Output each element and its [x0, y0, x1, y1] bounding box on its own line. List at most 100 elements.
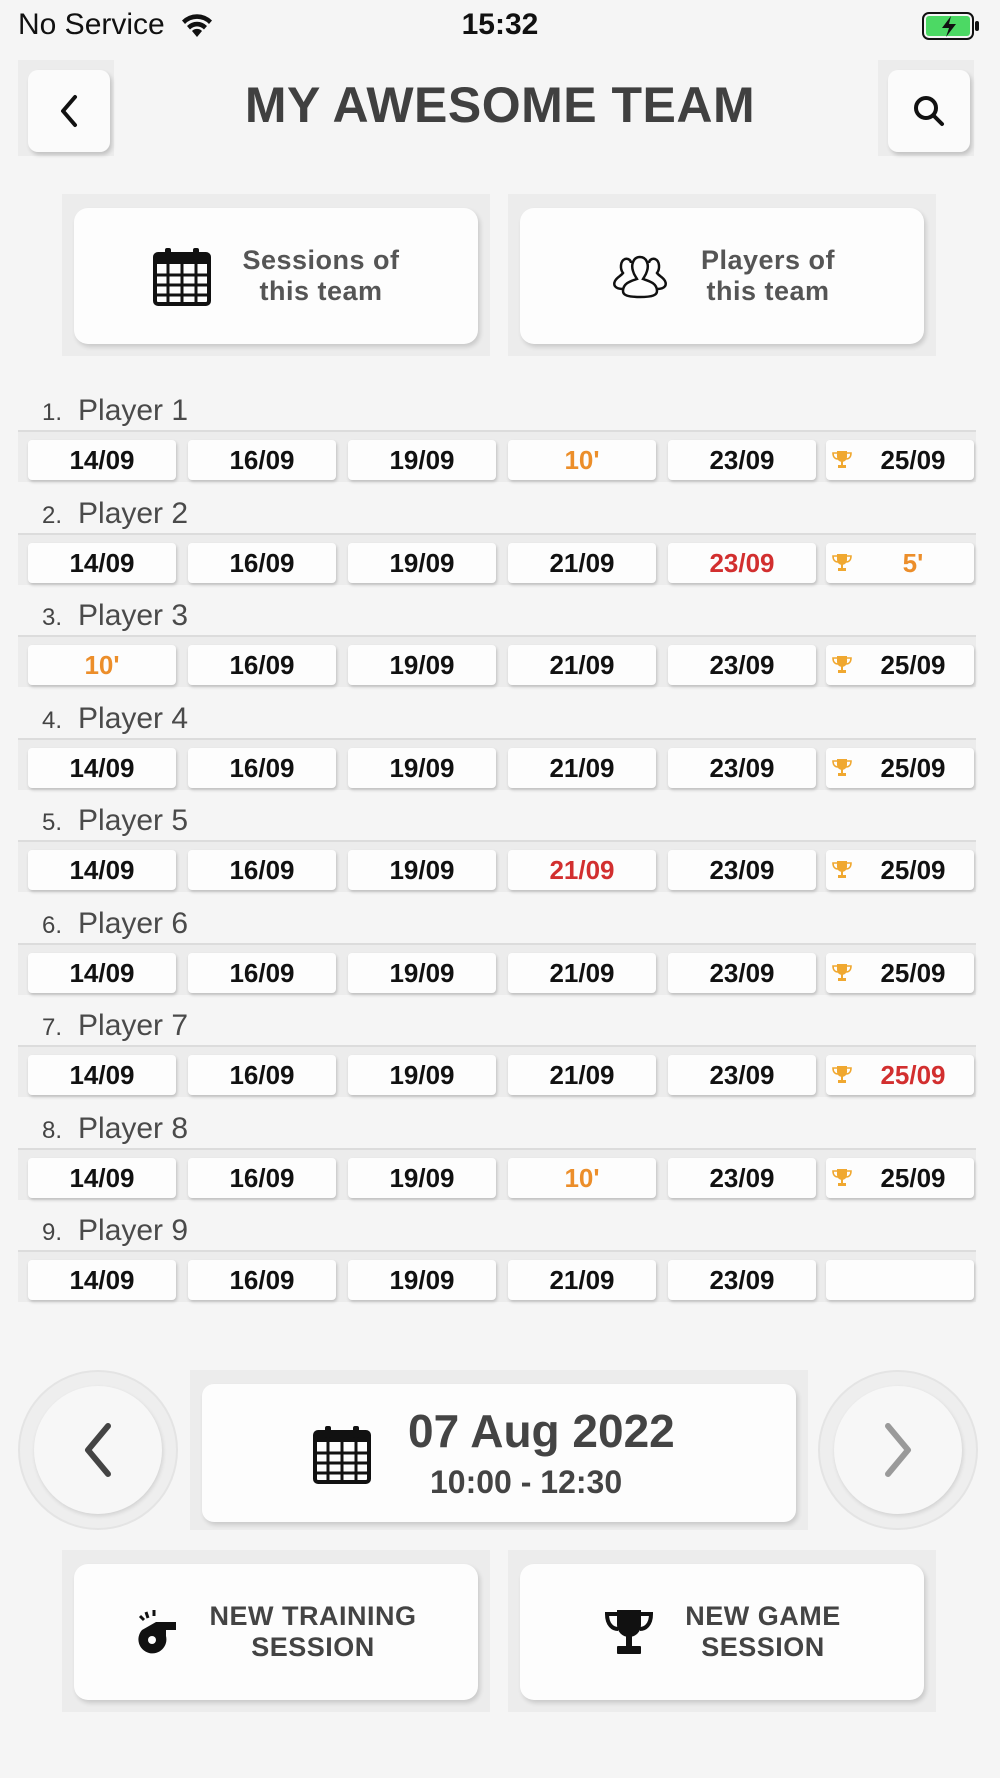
session-chip[interactable]: 19/09 — [348, 1260, 496, 1300]
trophy-icon — [832, 1066, 852, 1083]
session-chip[interactable]: 21/09 — [508, 1055, 656, 1095]
session-chip[interactable]: 23/09 — [668, 542, 816, 583]
current-session-card[interactable]: 07 Aug 2022 10:00 - 12:30 — [202, 1384, 796, 1522]
session-chip[interactable]: 10' — [28, 645, 176, 685]
session-chip[interactable]: 14/09 — [28, 952, 176, 993]
session-chip[interactable]: 16/09 — [188, 645, 336, 685]
player-row[interactable]: 1. Player 1 14/09 16/09 19/09 10' 23/09 25/09 — [0, 394, 1000, 484]
session-chip[interactable]: 21/09 — [508, 542, 656, 583]
session-chip[interactable]: 23/09 — [668, 850, 816, 890]
previous-session-button[interactable] — [18, 1370, 178, 1530]
session-chip[interactable]: 23/09 — [668, 1260, 816, 1300]
session-chip[interactable]: 16/09 — [188, 1055, 336, 1095]
session-date-label: 21/09 — [549, 855, 615, 885]
trophy-icon — [832, 1168, 852, 1186]
session-chip[interactable]: 19/09 — [348, 440, 496, 480]
player-row[interactable]: 9. Player 9 14/09 16/09 19/09 21/09 23/09 — [0, 1214, 1000, 1304]
session-date-label: 23/09 — [709, 752, 775, 783]
session-chip[interactable]: 10' — [508, 440, 656, 480]
player-row[interactable]: 3. Player 3 10' 16/09 19/09 21/09 23/09 25/09 — [0, 599, 1000, 689]
session-chip[interactable]: 19/09 — [348, 952, 496, 993]
session-chip[interactable]: 21/09 — [508, 747, 656, 788]
session-date-label: 19/09 — [389, 1162, 455, 1193]
game-session-chip[interactable]: 25/09 — [826, 747, 974, 788]
session-chip[interactable]: 21/09 — [508, 1260, 656, 1300]
game-session-chip[interactable]: 5' — [826, 542, 974, 583]
trophy-icon — [605, 1610, 654, 1654]
player-name: 6. Player 6 — [42, 907, 188, 941]
session-chip[interactable]: 14/09 — [28, 1055, 176, 1095]
session-date-label: 5' — [902, 547, 924, 578]
session-chip[interactable]: 14/09 — [28, 850, 176, 890]
session-chip[interactable]: 19/09 — [348, 645, 496, 685]
calendar-icon — [313, 1426, 371, 1484]
session-chip[interactable]: 19/09 — [348, 542, 496, 583]
session-date-label: 16/09 — [229, 1265, 295, 1295]
game-session-chip[interactable]: 25/09 — [826, 1055, 974, 1095]
player-row[interactable]: 2. Player 2 14/09 16/09 19/09 21/09 23/09 5' — [0, 497, 1000, 587]
session-chip[interactable]: 14/09 — [28, 440, 176, 480]
session-chip[interactable]: 16/09 — [188, 952, 336, 993]
session-chip[interactable]: 19/09 — [348, 1157, 496, 1198]
new-training-session-label: NEW TRAINING SESSION — [209, 1601, 417, 1662]
players-of-team-button[interactable]: Players of this team — [520, 208, 924, 344]
session-date-label: 14/09 — [69, 1060, 135, 1090]
session-date-label: 16/09 — [229, 445, 295, 475]
game-session-chip[interactable]: 25/09 — [826, 440, 974, 480]
player-row[interactable]: 4. Player 4 14/09 16/09 19/09 21/09 23/09 25/09 — [0, 702, 1000, 792]
session-chip[interactable]: 10' — [508, 1157, 656, 1198]
session-chip[interactable]: 16/09 — [188, 542, 336, 583]
player-row[interactable]: 5. Player 5 14/09 16/09 19/09 21/09 23/09 25/09 — [0, 804, 1000, 894]
player-row[interactable]: 8. Player 8 14/09 16/09 19/09 10' 23/09 25/09 — [0, 1112, 1000, 1202]
player-row[interactable]: 7. Player 7 14/09 16/09 19/09 21/09 23/09 25/09 — [0, 1009, 1000, 1099]
session-chip[interactable]: 23/09 — [668, 1157, 816, 1198]
session-chip[interactable]: 21/09 — [508, 850, 656, 890]
game-session-chip[interactable]: 25/09 — [826, 645, 974, 685]
player-name-text: Player 8 — [78, 1111, 189, 1145]
session-chip[interactable]: 14/09 — [28, 1157, 176, 1198]
game-session-chip[interactable]: 25/09 — [826, 850, 974, 890]
session-chip[interactable]: 16/09 — [188, 747, 336, 788]
session-chip[interactable]: 16/09 — [188, 440, 336, 480]
session-date-label: 23/09 — [709, 1265, 775, 1295]
session-chip[interactable]: 23/09 — [668, 952, 816, 993]
session-chip[interactable]: 14/09 — [28, 1260, 176, 1300]
session-chip[interactable]: 19/09 — [348, 1055, 496, 1095]
session-chip[interactable]: 23/09 — [668, 440, 816, 480]
session-chip[interactable]: 23/09 — [668, 645, 816, 685]
whistle-icon — [137, 1610, 176, 1654]
session-chip[interactable]: 16/09 — [188, 1157, 336, 1198]
session-chip[interactable]: 14/09 — [28, 747, 176, 788]
session-chip[interactable]: 14/09 — [28, 542, 176, 583]
session-chip[interactable]: 16/09 — [188, 1260, 336, 1300]
session-chip-row: 14/09 16/09 19/09 21/09 23/09 — [18, 1250, 976, 1302]
session-date-label: 23/09 — [709, 445, 775, 475]
player-name: 5. Player 5 — [42, 804, 188, 838]
trophy-icon — [832, 451, 852, 468]
session-date-label: 23/09 — [709, 547, 775, 578]
new-training-session-button[interactable]: NEW TRAINING SESSION — [74, 1564, 478, 1700]
session-chip[interactable] — [826, 1260, 974, 1300]
session-chip[interactable]: 19/09 — [348, 747, 496, 788]
session-chip[interactable]: 23/09 — [668, 747, 816, 788]
new-game-session-button[interactable]: NEW GAME SESSION — [520, 1564, 924, 1700]
player-number: 6. — [42, 911, 63, 939]
players-of-team-label: Players of this team — [700, 245, 836, 306]
session-chip[interactable]: 16/09 — [188, 850, 336, 890]
session-chip-row: 10' 16/09 19/09 21/09 23/09 25/09 — [18, 635, 976, 687]
session-date-label: 16/09 — [229, 650, 295, 680]
session-date-label: 10' — [564, 445, 600, 475]
session-chip[interactable]: 19/09 — [348, 850, 496, 890]
game-session-chip[interactable]: 25/09 — [826, 1157, 974, 1198]
session-chip[interactable]: 21/09 — [508, 645, 656, 685]
game-session-chip[interactable]: 25/09 — [826, 952, 974, 993]
search-button[interactable] — [888, 70, 970, 152]
player-name-text: Player 3 — [78, 599, 189, 632]
sessions-of-team-button[interactable]: Sessions of this team — [74, 208, 478, 344]
session-date-label: 14/09 — [69, 855, 135, 885]
session-chip[interactable]: 23/09 — [668, 1055, 816, 1095]
session-chip[interactable]: 21/09 — [508, 952, 656, 993]
player-row[interactable]: 6. Player 6 14/09 16/09 19/09 21/09 23/09 25/09 — [0, 907, 1000, 997]
session-date-label: 19/09 — [389, 855, 455, 885]
next-session-button[interactable] — [818, 1370, 978, 1530]
